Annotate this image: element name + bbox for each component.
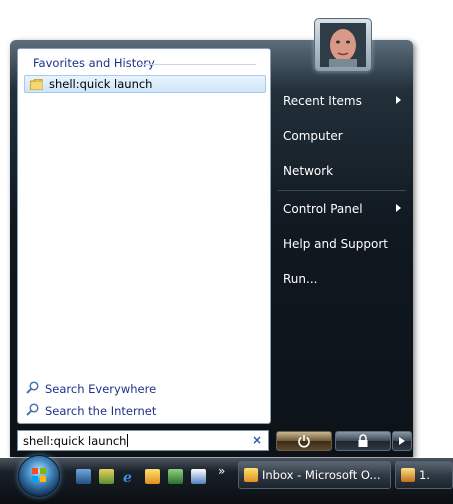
- text-caret: [127, 434, 129, 447]
- outlook-icon[interactable]: [145, 469, 160, 484]
- app-quicklaunch-icon[interactable]: [168, 469, 183, 484]
- result-item-shell-quick-launch[interactable]: shell:quick launch: [24, 75, 266, 93]
- svg-text:e: e: [123, 470, 132, 484]
- menu-separator: [278, 190, 406, 191]
- window-switch-icon[interactable]: [191, 469, 206, 484]
- search-everywhere-label: Search Everywhere: [45, 381, 157, 396]
- menu-item-network[interactable]: Network: [283, 164, 333, 178]
- taskbar: e » Inbox - Microsoft O... 1.: [0, 455, 453, 504]
- favorites-history-header: Favorites and History: [33, 56, 155, 70]
- outlook-icon: [244, 468, 258, 482]
- taskbar-button-app[interactable]: 1.: [395, 461, 453, 489]
- search-internet-label: Search the Internet: [45, 403, 157, 418]
- menu-item-computer[interactable]: Computer: [283, 129, 343, 143]
- submenu-arrow-icon: [396, 96, 401, 104]
- lock-button[interactable]: [335, 431, 391, 451]
- lock-icon: [358, 434, 368, 447]
- folder-icon: [30, 79, 43, 90]
- start-search-input[interactable]: shell:quick launch ×: [17, 430, 269, 451]
- shutdown-options-button[interactable]: [392, 431, 412, 451]
- user-avatar: [320, 23, 366, 67]
- submenu-arrow-icon: [396, 204, 401, 212]
- power-controls: [276, 431, 412, 453]
- show-desktop-icon[interactable]: [76, 469, 91, 484]
- power-icon: [298, 435, 310, 448]
- folder-up-icon[interactable]: [99, 469, 114, 484]
- menu-item-control-panel[interactable]: Control Panel: [283, 202, 363, 216]
- menu-item-help-support[interactable]: Help and Support: [283, 237, 388, 251]
- search-internet-link[interactable]: Search the Internet: [26, 401, 156, 420]
- windows-logo-icon: [32, 468, 46, 482]
- search-icon: [26, 379, 39, 398]
- taskbar-button-label: Inbox - Microsoft O...: [262, 468, 381, 482]
- power-button[interactable]: [276, 431, 332, 451]
- clear-search-icon[interactable]: ×: [252, 433, 262, 447]
- menu-item-recent-items[interactable]: Recent Items: [283, 94, 362, 108]
- menu-item-run[interactable]: Run...: [283, 272, 317, 286]
- arrow-right-icon: [399, 437, 405, 445]
- taskbar-button-inbox[interactable]: Inbox - Microsoft O...: [238, 461, 391, 489]
- user-picture-frame[interactable]: [314, 18, 372, 72]
- search-input-value: shell:quick launch: [23, 433, 127, 448]
- search-results-pane: Favorites and History shell:quick launch…: [17, 48, 271, 424]
- start-orb-button[interactable]: [18, 455, 60, 497]
- search-icon: [26, 401, 39, 420]
- header-divider: [138, 64, 256, 65]
- taskbar-button-label: 1.: [419, 468, 430, 482]
- result-label: shell:quick launch: [49, 77, 153, 91]
- quicklaunch-chevron-icon[interactable]: »: [218, 464, 225, 478]
- app-icon: [401, 468, 415, 482]
- internet-explorer-icon[interactable]: e: [122, 469, 137, 486]
- search-everywhere-link[interactable]: Search Everywhere: [26, 379, 156, 398]
